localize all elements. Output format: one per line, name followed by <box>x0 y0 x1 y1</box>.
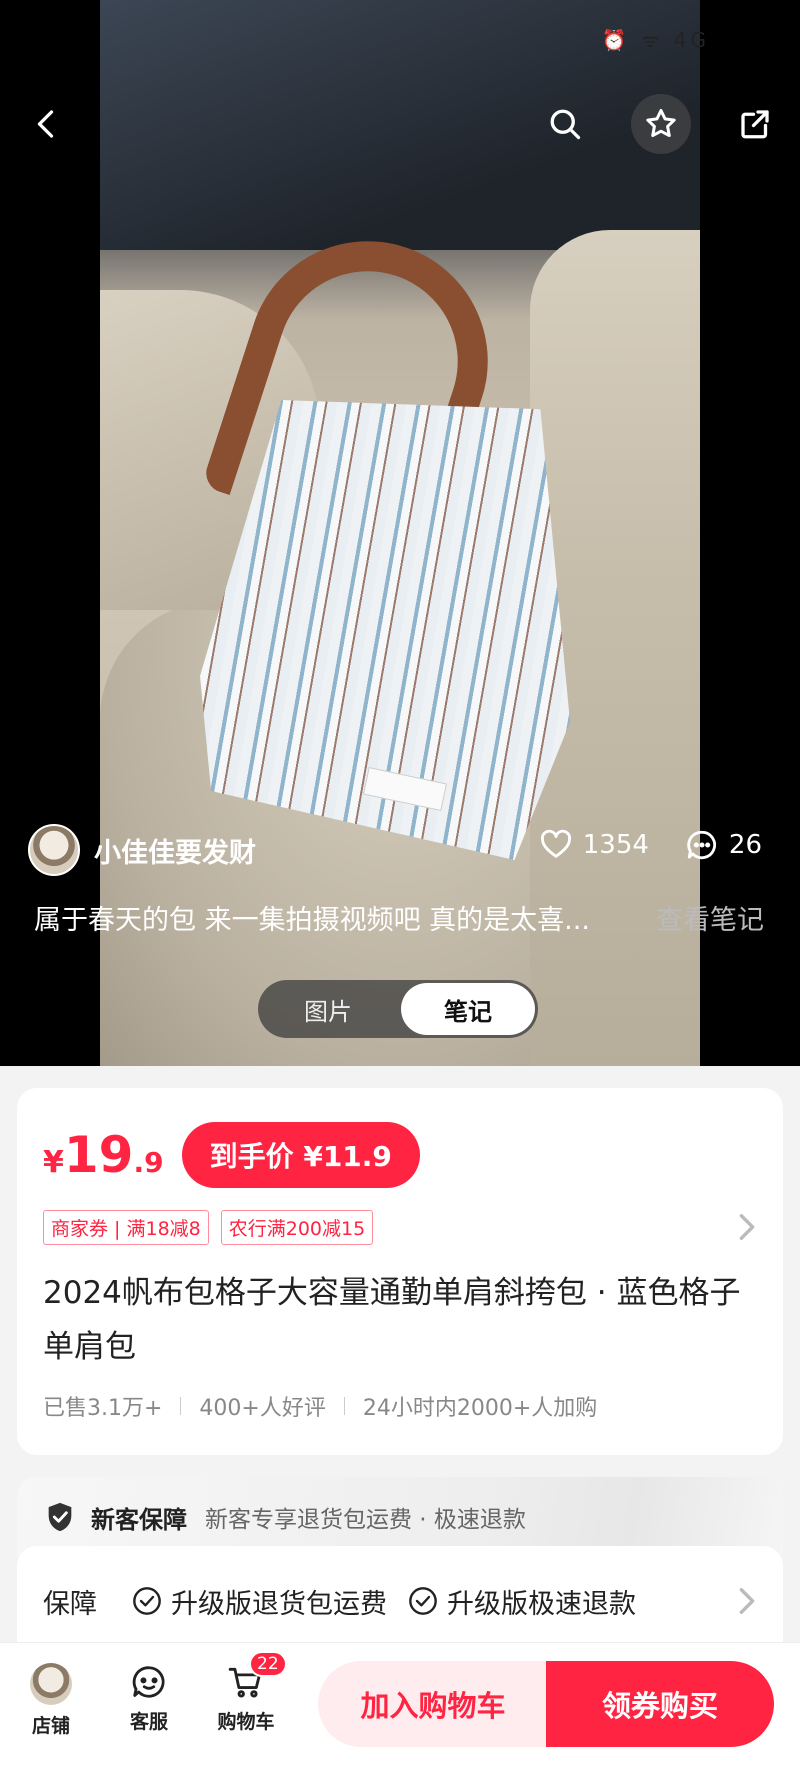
bottom-action-bar: 店铺 客服 22 购物车 加入购物车 领券购买 <box>0 1642 800 1765</box>
share-icon[interactable] <box>726 95 784 153</box>
sales-info: 已售3.1万+ 400+人好评 24小时内2000+人加购 <box>43 1390 597 1422</box>
back-icon[interactable] <box>18 95 76 153</box>
guarantee-desc: 新客专享退货包运费 · 极速退款 <box>205 1507 526 1533</box>
cart-count-badge: 22 <box>249 1651 287 1677</box>
sold-count: 已售3.1万+ <box>43 1396 163 1421</box>
author-avatar[interactable] <box>28 824 80 876</box>
guarantee-title: 新客保障 <box>91 1505 187 1534</box>
shop-label: 店铺 <box>31 1715 70 1737</box>
favorite-star-icon[interactable] <box>631 94 691 154</box>
new-customer-guarantee[interactable]: 新客保障 新客专享退货包运费 · 极速退款 <box>17 1477 783 1557</box>
check-circle-icon <box>133 1587 161 1615</box>
protection-item-label: 升级版退货包运费 <box>171 1588 387 1620</box>
caption-text: 属于春天的包 来一集拍摄视频吧 真的是太喜... <box>34 905 590 936</box>
author-name[interactable]: 小佳佳要发财 <box>94 831 256 870</box>
view-note-link[interactable]: 查看笔记 <box>656 898 764 937</box>
product-card: ¥ 19 .9 到手价 ¥11.9 商家券 | 满18减8 农行满200减15 … <box>17 1088 783 1455</box>
note-stats: 1354 26 <box>503 828 762 862</box>
shield-check-icon <box>48 1502 72 1532</box>
comment-button[interactable]: 26 <box>685 828 762 862</box>
protection-row[interactable]: 保障 升级版退货包运费 升级版极速退款 <box>17 1546 783 1656</box>
price-decimal: .9 <box>133 1146 164 1179</box>
price-currency: ¥ <box>43 1145 64 1180</box>
coupon-tag[interactable]: 商家券 | 满18减8 <box>43 1210 209 1245</box>
protection-item-label: 升级版极速退款 <box>447 1588 636 1620</box>
divider <box>180 1397 182 1415</box>
shop-button[interactable]: 店铺 <box>16 1663 86 1738</box>
protection-item: 升级版极速退款 <box>407 1582 636 1621</box>
search-icon[interactable] <box>536 95 594 153</box>
heart-icon <box>540 829 571 858</box>
tab-images[interactable]: 图片 <box>261 983 395 1035</box>
add-cart-count: 24小时内2000+人加购 <box>362 1396 598 1421</box>
media-tab-switcher: 图片 笔记 <box>258 980 538 1038</box>
note-media[interactable]: ⏰ ᯤ 4G 小佳佳要发财 1354 26 属于春天的包 来一集拍摄视频吧 真的… <box>0 0 800 1066</box>
coupon-tag[interactable]: 农行满200减15 <box>220 1210 374 1245</box>
check-circle-icon <box>409 1587 437 1615</box>
divider <box>343 1397 345 1415</box>
comment-icon <box>687 830 716 860</box>
price-row: ¥ 19 .9 到手价 ¥11.9 <box>43 1122 420 1188</box>
chat-icon <box>132 1666 165 1698</box>
price-integer: 19 <box>63 1126 134 1184</box>
like-count: 1354 <box>582 830 649 860</box>
status-indicators: ⏰ ᯤ 4G <box>601 28 710 52</box>
shop-avatar <box>30 1663 72 1705</box>
like-button[interactable]: 1354 <box>539 828 649 862</box>
tab-note[interactable]: 笔记 <box>401 983 535 1035</box>
protection-item: 升级版退货包运费 <box>131 1582 387 1621</box>
cart-button[interactable]: 22 购物车 <box>211 1651 287 1734</box>
author-info[interactable]: 小佳佳要发财 <box>28 824 256 876</box>
add-to-cart-button[interactable]: 加入购物车 <box>318 1661 548 1747</box>
review-count: 400+人好评 <box>199 1396 326 1421</box>
product-title: 2024帆布包格子大容量通勤单肩斜挎包 · 蓝色格子单肩包 <box>43 1275 741 1365</box>
chevron-right-icon[interactable] <box>737 1586 757 1616</box>
protection-label: 保障 <box>43 1588 97 1620</box>
note-caption[interactable]: 属于春天的包 来一集拍摄视频吧 真的是太喜... 查看笔记 <box>34 898 764 937</box>
chevron-right-icon[interactable] <box>737 1212 757 1242</box>
coupon-list[interactable]: 商家券 | 满18减8 农行满200减15 <box>43 1210 385 1245</box>
product-price: ¥ 19 .9 <box>43 1126 164 1184</box>
buy-with-coupon-button[interactable]: 领券购买 <box>546 1661 774 1747</box>
cart-label: 购物车 <box>217 1711 275 1733</box>
final-price-badge: 到手价 ¥11.9 <box>181 1122 420 1188</box>
comment-count: 26 <box>728 830 762 860</box>
service-label: 客服 <box>129 1711 168 1733</box>
customer-service-button[interactable]: 客服 <box>114 1663 184 1734</box>
